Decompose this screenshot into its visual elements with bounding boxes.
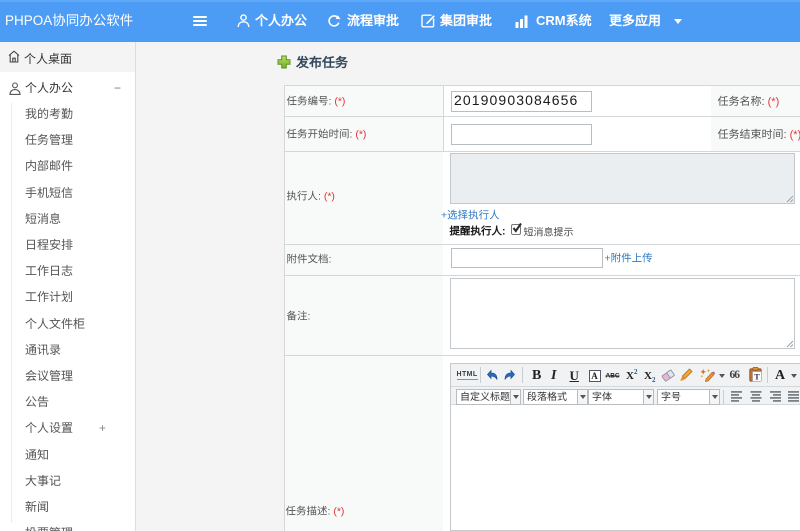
svg-text:T: T — [754, 372, 760, 382]
